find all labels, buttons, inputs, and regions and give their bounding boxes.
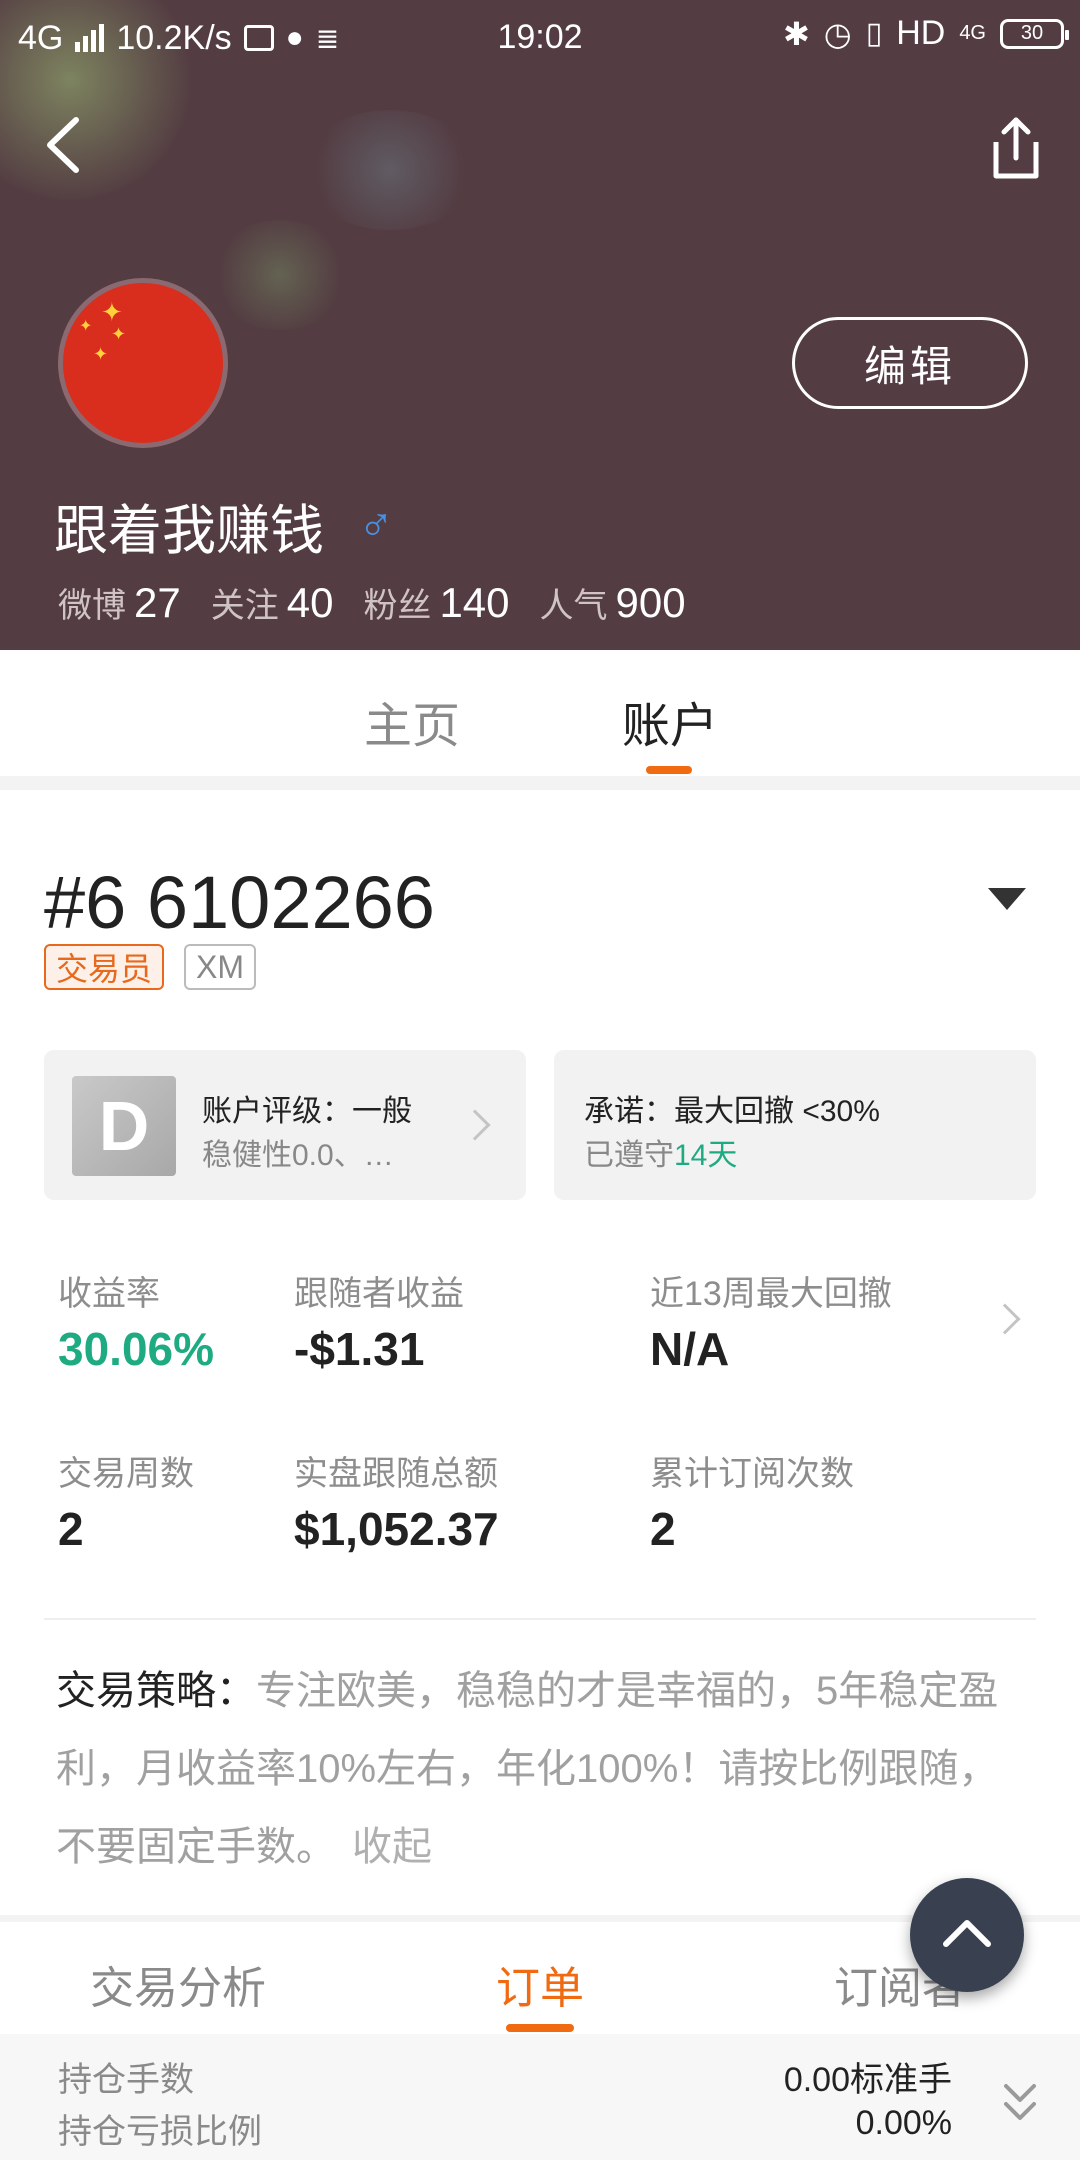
strategy-text: 交易策略：专注欧美，稳稳的才是幸福的，5年稳定盈利，月收益率10%左右，年化10… [56, 1652, 1026, 1886]
back-button[interactable] [36, 110, 96, 180]
username: 跟着我赚钱 [54, 501, 324, 561]
tab-trade-analysis[interactable]: 交易分析 [90, 1952, 266, 2016]
scroll-to-top-button[interactable] [910, 1878, 1024, 1992]
vibrate-icon: ▯ [865, 17, 883, 50]
hd-label: HD [896, 14, 946, 52]
share-icon [993, 117, 1039, 179]
metric-value-max-drawdown: N/A [650, 1323, 730, 1375]
expand-chevron-icon[interactable] [1000, 2078, 1040, 2128]
profile-header: 4G 10.2K/s ● ≣ 19:02 ✱ ◷ ▯ HD 4G 30 ✦ ✦ … [0, 0, 1080, 650]
rating-grade: D [72, 1076, 176, 1176]
promise-days: 14天 [674, 1139, 738, 1172]
strategy-label: 交易策略： [56, 1669, 256, 1713]
avatar[interactable]: ✦ ✦ ✦ ✦ [58, 278, 228, 448]
account-number: #6 6102266 [44, 861, 435, 944]
background-blur [300, 110, 480, 230]
edit-button[interactable]: 编辑 [792, 317, 1028, 409]
star-icon: ✦ [111, 324, 127, 344]
account-rating-card[interactable]: D 账户评级：一般 稳健性0.0、… [44, 1050, 526, 1200]
stat-fans[interactable]: 粉丝 140 [363, 578, 509, 627]
tab-orders[interactable]: 订单 [496, 1952, 584, 2016]
4g-label: 4G [959, 22, 986, 44]
metric-label-subscriptions: 累计订阅次数 [650, 1455, 854, 1493]
position-lots-value: 0.00标准手 [783, 2061, 952, 2099]
positions-summary: 持仓手数 0.00标准手 持仓亏损比例 0.00% [0, 2034, 1080, 2160]
position-loss-label: 持仓亏损比例 [58, 2113, 262, 2151]
collapse-link[interactable]: 收起 [352, 1825, 432, 1869]
tab-indicator [646, 766, 692, 774]
profile-stats: 微博 27 关注 40 粉丝 140 人气 900 [58, 578, 686, 627]
position-loss-value: 0.00% [855, 2104, 952, 2142]
metric-label-trade-weeks: 交易周数 [58, 1455, 194, 1493]
chevron-up-icon [943, 1920, 991, 1947]
bluetooth-icon: ✱ [782, 15, 810, 52]
position-lots-label: 持仓手数 [58, 2061, 194, 2099]
background-blur [210, 220, 350, 330]
subtab-indicator [506, 2024, 574, 2032]
promise-card: 承诺：最大回撤 <30% 已遵守14天 [554, 1050, 1036, 1200]
divider [44, 1618, 1036, 1620]
star-icon: ✦ [93, 344, 109, 364]
account-dropdown-icon[interactable] [988, 888, 1026, 910]
broker-badge: XM [184, 944, 256, 990]
metric-value-return: 30.06% [58, 1323, 215, 1375]
tab-home[interactable]: 主页 [364, 686, 460, 756]
username-row: 跟着我赚钱 ♂ [54, 486, 394, 565]
tab-account[interactable]: 账户 [622, 686, 718, 756]
metric-value-follow-total: $1,052.37 [294, 1503, 499, 1555]
stat-popularity: 人气 900 [539, 579, 686, 626]
battery-icon: 30 [1000, 18, 1069, 49]
metric-value-subscriptions: 2 [650, 1503, 676, 1555]
promise-status: 已遵守14天 [584, 1139, 738, 1172]
trader-badge: 交易员 [44, 944, 165, 990]
star-icon: ✦ [101, 297, 123, 327]
male-icon: ♂ [358, 499, 394, 552]
metric-value-follower-profit: -$1.31 [294, 1323, 425, 1375]
stat-weibo[interactable]: 微博 27 [58, 578, 181, 627]
back-arrow-icon [47, 117, 79, 173]
metric-label-follower-profit: 跟随者收益 [294, 1275, 464, 1313]
metric-label-return: 收益率 [58, 1275, 160, 1313]
rating-title: 账户评级：一般 [202, 1095, 412, 1128]
metric-label-max-drawdown: 近13周最大回撤 [650, 1275, 892, 1313]
star-icon: ✦ [79, 318, 93, 335]
metric-label-follow-total: 实盘跟随总额 [294, 1455, 498, 1493]
stat-following[interactable]: 关注 40 [211, 578, 334, 627]
main-tabs: 主页 账户 [0, 650, 1080, 776]
share-button[interactable] [986, 112, 1046, 184]
chevron-right-icon [459, 1109, 491, 1141]
metric-value-trade-weeks: 2 [58, 1503, 84, 1555]
status-bar: 4G 10.2K/s ● ≣ 19:02 ✱ ◷ ▯ HD 4G 30 [0, 0, 1080, 76]
battery-level: 30 [1020, 22, 1044, 44]
rating-subtitle: 稳健性0.0、… [202, 1139, 394, 1172]
promise-title: 承诺：最大回撤 <30% [584, 1095, 880, 1128]
alarm-icon: ◷ [823, 15, 852, 52]
